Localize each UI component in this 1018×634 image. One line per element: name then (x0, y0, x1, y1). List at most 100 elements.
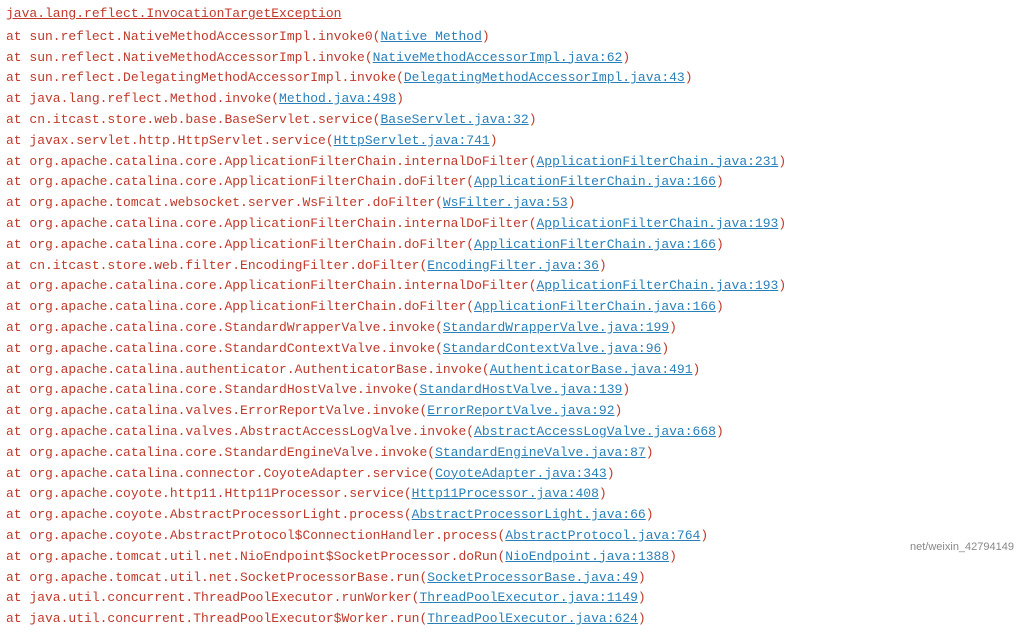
exception-title: java.lang.reflect.InvocationTargetExcept… (6, 4, 1012, 25)
stack-link[interactable]: NativeMethodAccessorImpl.java:62 (373, 50, 623, 65)
stack-link[interactable]: ApplicationFilterChain.java:193 (537, 278, 779, 293)
suffix: ) (622, 382, 630, 397)
suffix: ) (638, 611, 646, 626)
suffix: ) (482, 29, 490, 44)
stack-link[interactable]: ThreadPoolExecutor.java:1149 (419, 590, 637, 605)
stack-link[interactable]: ErrorReportValve.java:92 (427, 403, 614, 418)
suffix: ) (778, 216, 786, 231)
trace-line: at sun.reflect.DelegatingMethodAccessorI… (6, 68, 1012, 89)
class-method: org.apache.coyote.http11.Http11Processor… (29, 486, 411, 501)
trace-line: at org.apache.catalina.authenticator.Aut… (6, 360, 1012, 381)
trace-line: at cn.itcast.store.web.filter.EncodingFi… (6, 256, 1012, 277)
trace-line: at sun.reflect.NativeMethodAccessorImpl.… (6, 48, 1012, 69)
suffix: ) (599, 486, 607, 501)
stack-link[interactable]: ApplicationFilterChain.java:166 (474, 174, 716, 189)
stack-link[interactable]: DelegatingMethodAccessorImpl.java:43 (404, 70, 685, 85)
stacktrace-container: java.lang.reflect.InvocationTargetExcept… (0, 0, 1018, 634)
stack-link[interactable]: ThreadPoolExecutor.java:624 (427, 611, 638, 626)
stack-link[interactable]: AuthenticatorBase.java:491 (490, 362, 693, 377)
suffix: ) (716, 174, 724, 189)
at-keyword: at (6, 154, 29, 169)
trace-line: at java.lang.reflect.Method.invoke(Metho… (6, 89, 1012, 110)
stack-link[interactable]: BaseServlet.java:32 (380, 112, 528, 127)
class-method: org.apache.catalina.core.ApplicationFilt… (29, 299, 474, 314)
class-method: org.apache.catalina.core.StandardEngineV… (29, 445, 435, 460)
class-method: org.apache.catalina.core.StandardWrapper… (29, 320, 442, 335)
at-keyword: at (6, 195, 29, 210)
at-keyword: at (6, 611, 29, 626)
at-keyword: at (6, 258, 29, 273)
stack-link[interactable]: CoyoteAdapter.java:343 (435, 466, 607, 481)
class-method: org.apache.tomcat.util.net.SocketProcess… (29, 570, 427, 585)
trace-line: at org.apache.catalina.core.StandardEngi… (6, 443, 1012, 464)
stack-link[interactable]: StandardEngineValve.java:87 (435, 445, 646, 460)
at-keyword: at (6, 466, 29, 481)
trace-line: at java.util.concurrent.ThreadPoolExecut… (6, 588, 1012, 609)
at-keyword: at (6, 486, 29, 501)
suffix: ) (396, 91, 404, 106)
watermark: net/weixin_42794149 (910, 539, 1014, 557)
trace-line: at sun.reflect.NativeMethodAccessorImpl.… (6, 27, 1012, 48)
at-keyword: at (6, 29, 29, 44)
trace-line: at org.apache.tomcat.util.net.NioEndpoin… (6, 547, 1012, 568)
stack-link[interactable]: StandardHostValve.java:139 (419, 382, 622, 397)
suffix: ) (568, 195, 576, 210)
class-method: org.apache.catalina.core.ApplicationFilt… (29, 154, 536, 169)
trace-line: at org.apache.catalina.core.ApplicationF… (6, 152, 1012, 173)
at-keyword: at (6, 91, 29, 106)
class-method: sun.reflect.NativeMethodAccessorImpl.inv… (29, 50, 372, 65)
stack-link[interactable]: ApplicationFilterChain.java:166 (474, 237, 716, 252)
at-keyword: at (6, 237, 29, 252)
class-method: org.apache.catalina.core.StandardHostVal… (29, 382, 419, 397)
trace-line: at org.apache.catalina.core.ApplicationF… (6, 297, 1012, 318)
stack-link[interactable]: ApplicationFilterChain.java:193 (537, 216, 779, 231)
stack-link[interactable]: EncodingFilter.java:36 (427, 258, 599, 273)
trace-line: at org.apache.catalina.core.StandardCont… (6, 339, 1012, 360)
stack-link[interactable]: WsFilter.java:53 (443, 195, 568, 210)
at-keyword: at (6, 112, 29, 127)
stack-link[interactable]: Http11Processor.java:408 (412, 486, 599, 501)
suffix: ) (669, 549, 677, 564)
stack-link[interactable]: AbstractProcessorLight.java:66 (412, 507, 646, 522)
suffix: ) (716, 237, 724, 252)
stack-link[interactable]: AbstractProtocol.java:764 (505, 528, 700, 543)
at-keyword: at (6, 50, 29, 65)
at-keyword: at (6, 424, 29, 439)
at-keyword: at (6, 382, 29, 397)
at-keyword: at (6, 133, 29, 148)
class-method: sun.reflect.NativeMethodAccessorImpl.inv… (29, 29, 380, 44)
trace-line: at org.apache.coyote.AbstractProtocol$Co… (6, 526, 1012, 547)
stack-link[interactable]: Native Method (380, 29, 481, 44)
stack-link[interactable]: HttpServlet.java:741 (334, 133, 490, 148)
trace-line: at org.apache.catalina.core.ApplicationF… (6, 214, 1012, 235)
trace-line: at javax.servlet.http.HttpServlet.servic… (6, 131, 1012, 152)
stack-link[interactable]: Method.java:498 (279, 91, 396, 106)
stack-link[interactable]: AbstractAccessLogValve.java:668 (474, 424, 716, 439)
at-keyword: at (6, 320, 29, 335)
at-keyword: at (6, 341, 29, 356)
trace-line: at org.apache.catalina.core.ApplicationF… (6, 235, 1012, 256)
stack-link[interactable]: StandardWrapperValve.java:199 (443, 320, 669, 335)
stack-lines: at sun.reflect.NativeMethodAccessorImpl.… (6, 27, 1012, 630)
suffix: ) (529, 112, 537, 127)
class-method: org.apache.catalina.valves.ErrorReportVa… (29, 403, 427, 418)
suffix: ) (599, 258, 607, 273)
trace-line: at org.apache.tomcat.websocket.server.Ws… (6, 193, 1012, 214)
suffix: ) (638, 570, 646, 585)
trace-line: at org.apache.catalina.valves.AbstractAc… (6, 422, 1012, 443)
class-method: cn.itcast.store.web.filter.EncodingFilte… (29, 258, 427, 273)
suffix: ) (778, 154, 786, 169)
class-method: org.apache.coyote.AbstractProtocol$Conne… (29, 528, 505, 543)
suffix: ) (685, 70, 693, 85)
stack-link[interactable]: NioEndpoint.java:1388 (505, 549, 669, 564)
suffix: ) (669, 320, 677, 335)
stack-link[interactable]: ApplicationFilterChain.java:166 (474, 299, 716, 314)
at-keyword: at (6, 507, 29, 522)
at-keyword: at (6, 174, 29, 189)
at-keyword: at (6, 445, 29, 460)
stack-link[interactable]: SocketProcessorBase.java:49 (427, 570, 638, 585)
stack-link[interactable]: ApplicationFilterChain.java:231 (537, 154, 779, 169)
stack-link[interactable]: StandardContextValve.java:96 (443, 341, 661, 356)
trace-line: at org.apache.catalina.core.ApplicationF… (6, 276, 1012, 297)
class-method: org.apache.catalina.core.ApplicationFilt… (29, 216, 536, 231)
